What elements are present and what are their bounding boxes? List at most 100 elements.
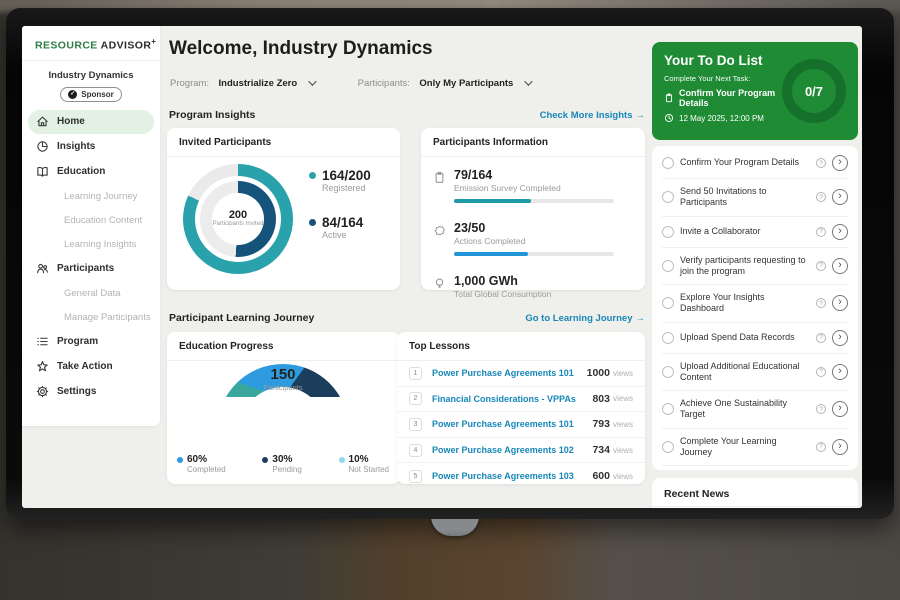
help-icon[interactable]: ? bbox=[816, 261, 826, 271]
task-label[interactable]: Achieve One Sustainability Target bbox=[680, 398, 810, 421]
section-title: Program Insights bbox=[169, 109, 255, 121]
card-title: Invited Participants bbox=[167, 128, 400, 157]
card-title: Participants Information bbox=[421, 128, 645, 157]
help-icon[interactable]: ? bbox=[816, 227, 826, 237]
task-checkbox[interactable] bbox=[662, 403, 674, 415]
task-go-button[interactable]: › bbox=[832, 330, 848, 346]
task-label[interactable]: Upload Spend Data Records bbox=[680, 332, 810, 343]
program-select[interactable]: Program: Industrialize Zero bbox=[170, 73, 314, 91]
task-checkbox[interactable] bbox=[662, 260, 674, 272]
stat-label: Total Global Consumption bbox=[454, 289, 551, 299]
chevron-down-icon bbox=[308, 77, 316, 85]
task-go-button[interactable]: › bbox=[832, 224, 848, 240]
help-icon[interactable]: ? bbox=[816, 333, 826, 343]
stat-bar-fill bbox=[454, 252, 528, 256]
sidebar-item-label: Learning Journey bbox=[64, 191, 137, 202]
help-icon[interactable]: ? bbox=[816, 298, 826, 308]
sidebar-item-learning-journey[interactable]: Learning Journey bbox=[28, 185, 154, 208]
sidebar-item-label: Education Content bbox=[64, 215, 142, 226]
lesson-link[interactable]: Financial Considerations - VPPAs bbox=[432, 394, 592, 404]
gauge-legend-dot bbox=[177, 457, 183, 463]
task-label[interactable]: Invite a Collaborator bbox=[680, 226, 810, 237]
task-go-button[interactable]: › bbox=[832, 439, 848, 455]
legend-label: Pending bbox=[272, 465, 301, 474]
task-label[interactable]: Confirm Your Program Details bbox=[680, 157, 810, 168]
page-title: Welcome, Industry Dynamics bbox=[169, 38, 433, 60]
task-checkbox[interactable] bbox=[662, 441, 674, 453]
gauge-legend-dot bbox=[262, 457, 268, 463]
task-go-button[interactable]: › bbox=[832, 258, 848, 274]
task-row: Explore Your Insights Dashboard ? › bbox=[662, 285, 848, 323]
legend-pending: 30% Pending bbox=[262, 454, 301, 474]
book-icon bbox=[36, 165, 49, 178]
help-icon[interactable]: ? bbox=[816, 367, 826, 377]
task-checkbox[interactable] bbox=[662, 366, 674, 378]
sponsor-label: Sponsor bbox=[81, 90, 113, 99]
gauge-legend: 60% Completed 30% Pending 10% Not Starte… bbox=[177, 454, 389, 474]
legend-value: 84/164 bbox=[322, 215, 363, 230]
sidebar-item-learning-insights[interactable]: Learning Insights bbox=[28, 233, 154, 256]
participants-information-card: Participants Information 79/164 Emission… bbox=[421, 128, 645, 290]
todo-summary-card: Your To Do List Complete Your Next Task:… bbox=[652, 42, 858, 140]
progress-track bbox=[454, 199, 614, 203]
task-label[interactable]: Send 50 Invitations to Participants bbox=[680, 186, 810, 209]
task-go-button[interactable]: › bbox=[832, 401, 848, 417]
education-progress-card: Education Progress 150 Participants 60% … bbox=[167, 332, 400, 484]
list-icon bbox=[36, 335, 49, 348]
sponsor-badge: ✓ Sponsor bbox=[60, 87, 122, 102]
task-label[interactable]: Verify participants requesting to join t… bbox=[680, 255, 810, 278]
card-title: Top Lessons bbox=[397, 332, 645, 361]
link-label: Check More Insights bbox=[540, 110, 633, 121]
task-label[interactable]: Upload Additional Educational Content bbox=[680, 361, 810, 384]
sidebar: RESOURCE ADVISOR+ Industry Dynamics ✓ Sp… bbox=[22, 26, 160, 426]
sidebar-item-settings[interactable]: Settings bbox=[28, 380, 154, 404]
task-go-button[interactable]: › bbox=[832, 364, 848, 380]
sidebar-item-label: Insights bbox=[57, 141, 95, 152]
sidebar-item-label: Education bbox=[57, 166, 105, 177]
legend-value: 10% bbox=[349, 454, 369, 465]
lesson-link[interactable]: Power Purchase Agreements 103 bbox=[432, 471, 592, 481]
sidebar-item-manage-participants[interactable]: Manage Participants bbox=[28, 306, 154, 329]
sidebar-item-home[interactable]: Home bbox=[28, 110, 154, 134]
task-checkbox[interactable] bbox=[662, 157, 674, 169]
invited-legend: 164/200 Registered 84/164 Active bbox=[309, 168, 371, 262]
stat-value: 79/164 bbox=[454, 168, 614, 182]
sidebar-item-label: General Data bbox=[64, 288, 121, 299]
sidebar-item-education-content[interactable]: Education Content bbox=[28, 209, 154, 232]
help-icon[interactable]: ? bbox=[816, 404, 826, 414]
sidebar-item-education[interactable]: Education bbox=[28, 160, 154, 184]
help-icon[interactable]: ? bbox=[816, 192, 826, 202]
action-icon bbox=[36, 360, 49, 373]
clipboard-icon bbox=[664, 93, 674, 103]
sidebar-item-participants[interactable]: Participants bbox=[28, 257, 154, 281]
participants-select[interactable]: Participants: Only My Participants bbox=[358, 73, 530, 91]
lesson-link[interactable]: Power Purchase Agreements 101 bbox=[432, 419, 592, 429]
task-go-button[interactable]: › bbox=[832, 155, 848, 171]
lesson-link[interactable]: Power Purchase Agreements 102 bbox=[432, 445, 592, 455]
lesson-link[interactable]: Power Purchase Agreements 101 bbox=[432, 368, 587, 378]
sidebar-item-program[interactable]: Program bbox=[28, 330, 154, 354]
due-label: 12 May 2025, 12:00 PM bbox=[679, 114, 764, 123]
task-go-button[interactable]: › bbox=[832, 189, 848, 205]
check-more-insights-link[interactable]: Check More Insights→ bbox=[540, 110, 645, 121]
task-row: Verify participants requesting to join t… bbox=[662, 248, 848, 286]
task-go-button[interactable]: › bbox=[832, 295, 848, 311]
task-checkbox[interactable] bbox=[662, 191, 674, 203]
invited-donut-chart: 200 Participants Invited bbox=[183, 164, 293, 274]
stat-value: 1,000 GWh bbox=[454, 274, 551, 288]
go-to-learning-journey-link[interactable]: Go to Learning Journey→ bbox=[525, 313, 645, 324]
legend-value: 164/200 bbox=[322, 168, 371, 183]
task-label[interactable]: Explore Your Insights Dashboard bbox=[680, 292, 810, 315]
sidebar-item-take-action[interactable]: Take Action bbox=[28, 355, 154, 379]
todo-task-list: Confirm Your Program Details ? › Send 50… bbox=[652, 146, 858, 470]
task-checkbox[interactable] bbox=[662, 332, 674, 344]
help-icon[interactable]: ? bbox=[816, 158, 826, 168]
task-label[interactable]: Complete Your Learning Journey bbox=[680, 436, 810, 459]
sidebar-item-general-data[interactable]: General Data bbox=[28, 282, 154, 305]
collapse-tasks-link[interactable]: Collapse Tasks bbox=[662, 466, 848, 470]
task-checkbox[interactable] bbox=[662, 297, 674, 309]
sidebar-item-insights[interactable]: Insights bbox=[28, 135, 154, 159]
task-checkbox[interactable] bbox=[662, 226, 674, 238]
help-icon[interactable]: ? bbox=[816, 442, 826, 452]
program-label: Program: bbox=[170, 78, 209, 89]
